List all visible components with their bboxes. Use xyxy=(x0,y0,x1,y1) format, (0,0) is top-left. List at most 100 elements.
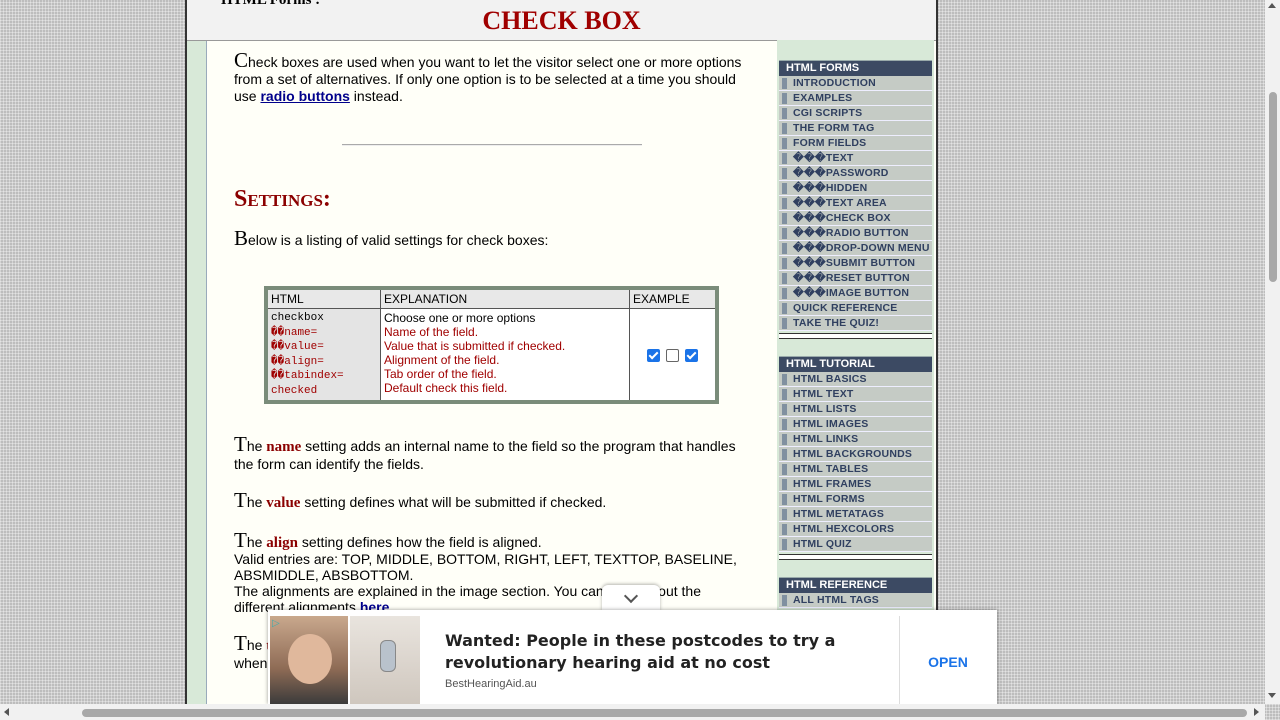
sidebar-item[interactable]: ���TEXT xyxy=(779,151,932,166)
adchoices-icon[interactable]: ▷ xyxy=(272,618,280,629)
intro-paragraph: Check boxes are used when you want to le… xyxy=(234,50,744,105)
face-shape xyxy=(288,634,332,684)
align-keyword: align xyxy=(266,535,298,551)
sidebar-item[interactable]: HTML HEXCOLORS xyxy=(779,522,932,537)
sidebar-item[interactable]: HTML BASICS xyxy=(779,372,932,387)
sidebar-item[interactable]: HTML QUIZ xyxy=(779,537,932,552)
sidebar-item[interactable]: HTML IMAGES xyxy=(779,417,932,432)
sidebar-item[interactable]: TAKE THE QUIZ! xyxy=(779,316,932,331)
table-row: checkbox ��name= ��value= ��align= ��tab… xyxy=(265,308,718,403)
sidebar-item[interactable]: QUICK REFERENCE xyxy=(779,301,932,316)
explanation-line: Alignment of the field. xyxy=(384,353,500,367)
forms-menu-heading: HTML FORMS xyxy=(779,60,932,76)
radio-buttons-link[interactable]: radio buttons xyxy=(260,88,349,104)
sidebar-item[interactable]: ���CHECK BOX xyxy=(779,211,932,226)
horizontal-scroll-thumb[interactable] xyxy=(82,709,1247,717)
sidebar-item[interactable]: ���DROP-DOWN MENU xyxy=(779,241,932,256)
tutorial-menu-heading: HTML TUTORIAL xyxy=(779,356,932,372)
tab-initial: T xyxy=(234,631,247,655)
page-header: HTML Forms : CHECK BOX xyxy=(187,0,936,41)
name-pre: he xyxy=(246,438,267,454)
sidebar-item[interactable]: FORM FIELDS xyxy=(779,136,932,151)
value-keyword: value xyxy=(266,495,301,511)
explanation-line: Default check this field. xyxy=(384,381,508,395)
sidebar-item[interactable]: HTML TABLES xyxy=(779,462,932,477)
value-paragraph: The value setting defines what will be s… xyxy=(234,490,749,512)
sidebar-item[interactable]: HTML BACKGROUNDS xyxy=(779,447,932,462)
align-paragraph: The align setting defines how the field … xyxy=(234,530,749,616)
left-stripe xyxy=(187,0,207,704)
value-initial: T xyxy=(234,488,247,512)
reference-menu-heading: HTML REFERENCE xyxy=(779,577,932,593)
sidebar-item[interactable]: INTRODUCTION xyxy=(779,76,932,91)
ad-collapse-button[interactable] xyxy=(602,585,660,611)
settings-table: HTML EXPLANATION EXAMPLE checkbox ��name… xyxy=(264,286,719,404)
settings-initial: B xyxy=(234,226,249,250)
sidebar-item[interactable]: ���PASSWORD xyxy=(779,166,932,181)
scroll-up-icon[interactable] xyxy=(1268,3,1276,8)
sidebar-item[interactable]: ���HIDDEN xyxy=(779,181,932,196)
sidebar-item[interactable]: HTML TEXT xyxy=(779,387,932,402)
ad-source: BestHearingAid.au xyxy=(445,678,537,690)
sidebar-item[interactable]: HTML FRAMES xyxy=(779,477,932,492)
settings-text: elow is a listing of valid settings for … xyxy=(248,232,549,248)
name-keyword: name xyxy=(266,439,302,455)
example-checkbox[interactable] xyxy=(647,348,660,362)
code-line: checkbox xyxy=(271,312,324,324)
intro-initial: C xyxy=(234,48,249,72)
ad-open-button[interactable]: OPEN xyxy=(908,654,988,670)
menu-end xyxy=(779,554,932,560)
code-line: ��tabindex= xyxy=(271,370,344,382)
divider xyxy=(342,144,642,146)
explanation-cell: Choose one or more options Name of the f… xyxy=(380,308,630,403)
vertical-scroll-thumb[interactable] xyxy=(1269,92,1277,282)
scroll-left-icon[interactable] xyxy=(4,708,9,716)
horizontal-scrollbar[interactable] xyxy=(0,704,1265,720)
ad-headline[interactable]: Wanted: People in these postcodes to try… xyxy=(445,630,845,674)
sidebar-item[interactable]: ���SUBMIT BUTTON xyxy=(779,256,932,271)
header-html: HTML xyxy=(265,287,381,309)
sidebar-item[interactable]: EXAMPLES xyxy=(779,91,932,106)
sidebar-item[interactable]: THE FORM TAG xyxy=(779,121,932,136)
header-explanation: EXPLANATION xyxy=(380,287,630,309)
sidebar-item[interactable]: ���IMAGE BUTTON xyxy=(779,286,932,301)
intro-text-end: instead. xyxy=(349,88,403,104)
value-text: setting defines what will be submitted i… xyxy=(300,494,607,510)
sidebar-item[interactable]: HTML METATAGS xyxy=(779,507,932,522)
vertical-scrollbar[interactable] xyxy=(1265,0,1280,704)
code-line: ��name= xyxy=(271,326,318,339)
reference-menu: HTML REFERENCE ALL HTML TAGS xyxy=(779,577,932,608)
sidebar-item[interactable]: HTML FORMS xyxy=(779,492,932,507)
sidebar-item[interactable]: HTML LINKS xyxy=(779,432,932,447)
example-checkbox[interactable] xyxy=(666,348,679,362)
chevron-down-icon xyxy=(623,588,639,604)
sidebar-item[interactable]: ALL HTML TAGS xyxy=(779,593,932,608)
example-checkbox[interactable] xyxy=(685,348,698,362)
scroll-down-icon[interactable] xyxy=(1268,693,1276,698)
sidebar-item[interactable]: ���RESET BUTTON xyxy=(779,271,932,286)
align-valid-entries: Valid entries are: TOP, MIDDLE, BOTTOM, … xyxy=(234,551,737,583)
menu-end xyxy=(779,333,932,339)
name-text: setting adds an internal name to the fie… xyxy=(234,438,736,472)
explanation-line: Choose one or more options xyxy=(384,311,536,325)
sidebar-item[interactable]: HTML LISTS xyxy=(779,402,932,417)
sidebar-item[interactable]: CGI SCRIPTS xyxy=(779,106,932,121)
explanation-line: Value that is submitted if checked. xyxy=(384,339,566,353)
code-line: ��value= xyxy=(271,341,324,353)
settings-heading: Settings: xyxy=(234,186,331,212)
sidebar-item[interactable]: ���TEXT AREA xyxy=(779,196,932,211)
ad-image-person xyxy=(270,616,348,704)
code-cell: checkbox ��name= ��value= ��align= ��tab… xyxy=(265,308,381,403)
align-text: setting defines how the field is aligned… xyxy=(297,534,542,550)
ad-divider xyxy=(899,616,900,704)
code-line: checked xyxy=(271,384,318,397)
example-cell xyxy=(629,308,718,403)
page: HTML Forms : CHECK BOX Check boxes are u… xyxy=(185,0,938,704)
align-initial: T xyxy=(234,528,247,552)
scroll-right-icon[interactable] xyxy=(1254,708,1259,716)
sidebar-item[interactable]: ���RADIO BUTTON xyxy=(779,226,932,241)
name-paragraph: The name setting adds an internal name t… xyxy=(234,434,749,473)
explanation-line: Name of the field. xyxy=(384,325,479,339)
ad-banner[interactable]: ▷ Wanted: People in these postcodes to t… xyxy=(268,610,997,704)
tab-pre: he xyxy=(246,637,267,653)
